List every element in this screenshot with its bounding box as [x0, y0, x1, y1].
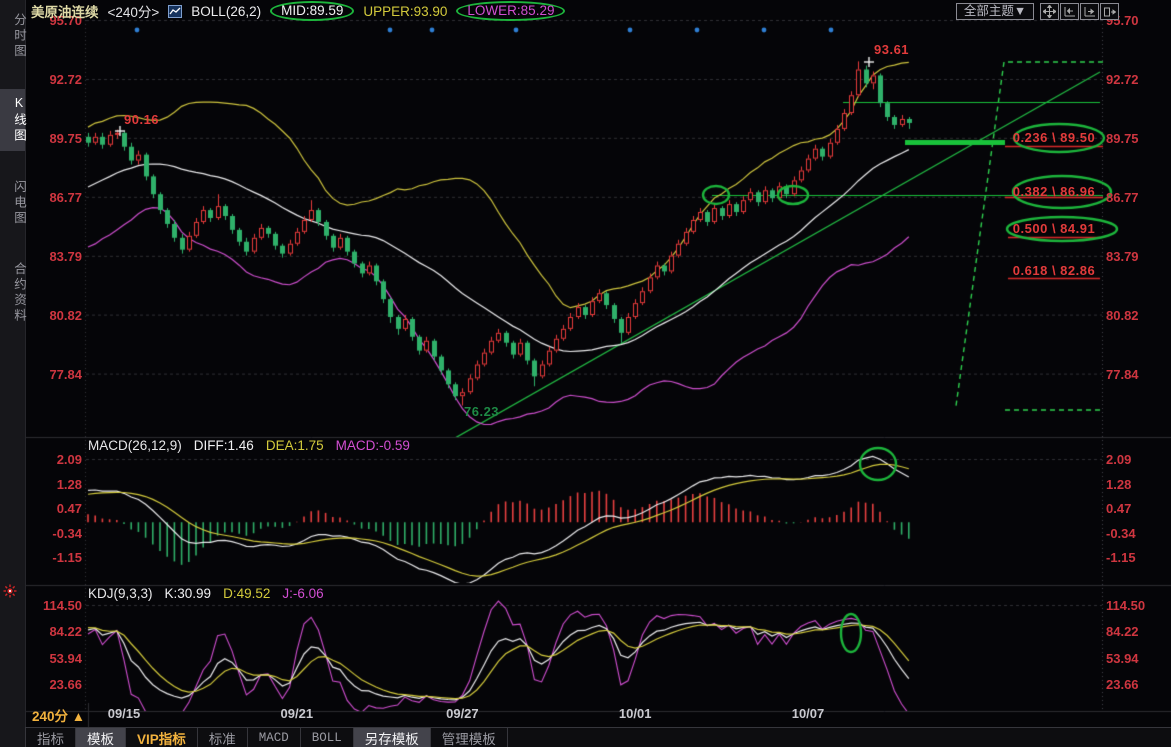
kdj-y-tick-right: 84.22 — [1106, 624, 1168, 639]
macd-y-tick-right: 2.09 — [1106, 452, 1168, 467]
scale-y-axis-icon[interactable] — [1060, 3, 1079, 20]
bottom-tab[interactable]: VIP指标 — [126, 728, 198, 747]
fibonacci-level-label[interactable]: 0.382 \ 86.96 — [989, 184, 1119, 199]
kdj-j-value: J:-6.06 — [282, 586, 323, 601]
price-mark-label: 76.23 — [464, 404, 499, 419]
macd-y-tick-right: 1.28 — [1106, 477, 1168, 492]
main-y-tick-left: 92.72 — [28, 72, 82, 87]
bottom-tab[interactable]: MACD — [248, 728, 301, 747]
bottom-tab[interactable]: BOLL — [301, 728, 354, 747]
main-y-tick-left: 80.82 — [28, 308, 82, 323]
main-y-tick-right: 92.72 — [1106, 72, 1168, 87]
main-y-tick-left: 77.84 — [28, 367, 82, 382]
indicator-settings-icon[interactable] — [3, 584, 17, 598]
boll-lower-value: LOWER:85.29 — [456, 1, 565, 21]
price-mark-label: 90.16 — [124, 112, 159, 127]
main-y-tick-left: 89.75 — [28, 131, 82, 146]
fibonacci-level-label[interactable]: 0.500 \ 84.91 — [989, 221, 1119, 236]
macd-y-tick-left: -0.34 — [28, 526, 82, 541]
bottom-tab[interactable]: 另存模板 — [354, 728, 431, 747]
kdj-k-value: K:30.99 — [165, 586, 212, 601]
date-label: 09/15 — [101, 706, 147, 721]
fibonacci-level-label[interactable]: 0.618 \ 82.86 — [989, 263, 1119, 278]
trading-app-window: 分时图 K线图闪电图合约资料 美原油连续 <240分> BOLL(26,2) MI… — [0, 0, 1171, 747]
boll-mid-value: MID:89.59 — [270, 1, 354, 21]
boll-indicator-label[interactable]: BOLL(26,2) — [191, 4, 261, 19]
move-icon[interactable] — [1040, 3, 1059, 20]
kdj-y-tick-right: 23.66 — [1106, 677, 1168, 692]
macd-y-tick-left: 0.47 — [28, 501, 82, 516]
chart-type-sidebar: 分时图 K线图闪电图合约资料 — [0, 0, 26, 747]
main-y-tick-right: 77.84 — [1106, 367, 1168, 382]
indicator-header-bar: 美原油连续 <240分> BOLL(26,2) MID:89.59 UPPER:… — [31, 0, 565, 22]
macd-y-tick-right: -0.34 — [1106, 526, 1168, 541]
period-selector[interactable]: 240分 ▲ — [32, 705, 85, 725]
kdj-y-tick-left: 53.94 — [28, 651, 82, 666]
kdj-y-tick-left: 114.50 — [28, 598, 82, 613]
macd-y-tick-right: -1.15 — [1106, 550, 1168, 565]
line-chart-icon[interactable] — [168, 5, 182, 18]
date-label: 10/01 — [612, 706, 658, 721]
main-y-tick-right: 80.82 — [1106, 308, 1168, 323]
macd-title[interactable]: MACD(26,12,9) — [88, 438, 182, 453]
fibonacci-level-label[interactable]: 0.236 \ 89.50 — [989, 130, 1119, 145]
theme-selector-button[interactable]: 全部主题▼ — [956, 3, 1034, 20]
sidebar-item-2[interactable]: 闪电图 — [0, 173, 25, 234]
macd-y-tick-right: 0.47 — [1106, 501, 1168, 516]
bottom-tab[interactable]: 指标 — [25, 728, 76, 747]
sidebar-item-1[interactable]: K线图 — [0, 89, 25, 151]
main-y-tick-left: 86.77 — [28, 190, 82, 205]
shift-right-icon[interactable] — [1100, 3, 1119, 20]
template-tab-bar: 指标模板VIP指标标准MACDBOLL另存模板管理模板 — [25, 727, 1171, 747]
date-label: 09/27 — [439, 706, 485, 721]
bottom-tab[interactable]: 模板 — [76, 728, 126, 747]
bottom-tab[interactable]: 标准 — [198, 728, 248, 747]
kdj-d-value: D:49.52 — [223, 586, 270, 601]
main-y-tick-right: 83.79 — [1106, 249, 1168, 264]
macd-diff-value: DIFF:1.46 — [194, 438, 254, 453]
symbol-period[interactable]: <240分> — [108, 1, 160, 21]
macd-y-tick-left: -1.15 — [28, 550, 82, 565]
symbol-title[interactable]: 美原油连续 — [31, 1, 99, 21]
kdj-panel-header: KDJ(9,3,3) K:30.99 D:49.52 J:-6.06 — [88, 586, 324, 601]
scale-x-axis-icon[interactable] — [1080, 3, 1099, 20]
kdj-title[interactable]: KDJ(9,3,3) — [88, 586, 153, 601]
macd-y-tick-left: 2.09 — [28, 452, 82, 467]
chart-canvas[interactable] — [0, 0, 1171, 747]
date-label: 09/21 — [274, 706, 320, 721]
kdj-y-tick-right: 53.94 — [1106, 651, 1168, 666]
sidebar-item-3[interactable]: 合约资料 — [0, 255, 25, 331]
date-label: 10/07 — [785, 706, 831, 721]
sidebar-item-0[interactable]: 分时图 — [0, 6, 25, 67]
kdj-y-tick-left: 23.66 — [28, 677, 82, 692]
boll-upper-value: UPPER:93.90 — [363, 4, 447, 19]
kdj-y-tick-right: 114.50 — [1106, 598, 1168, 613]
price-mark-label: 93.61 — [874, 42, 909, 57]
main-y-tick-left: 83.79 — [28, 249, 82, 264]
macd-y-tick-left: 1.28 — [28, 477, 82, 492]
bottom-tab[interactable]: 管理模板 — [431, 728, 508, 747]
kdj-y-tick-left: 84.22 — [28, 624, 82, 639]
macd-panel-header: MACD(26,12,9) DIFF:1.46 DEA:1.75 MACD:-0… — [88, 438, 410, 453]
macd-dea-value: DEA:1.75 — [266, 438, 324, 453]
macd-hist-value: MACD:-0.59 — [336, 438, 410, 453]
